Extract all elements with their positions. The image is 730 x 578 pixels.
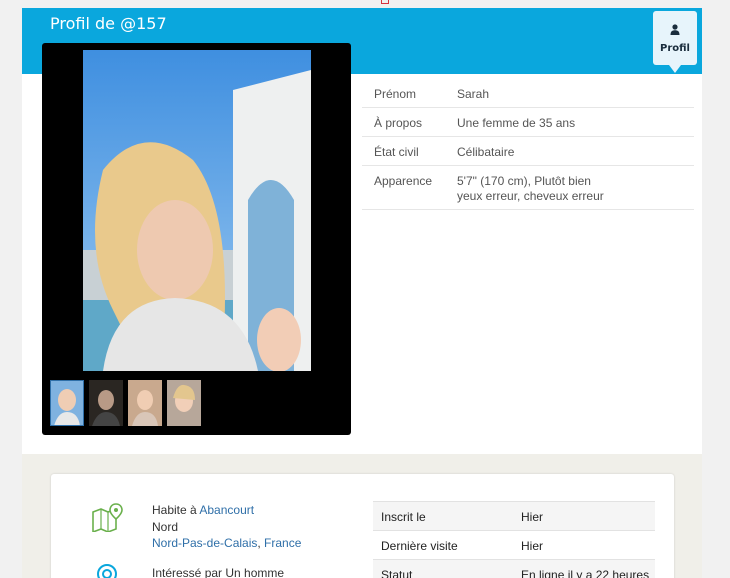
- thumbnail-4[interactable]: [167, 380, 201, 426]
- stat-key-statut: Statut: [381, 568, 413, 578]
- thumbnail-1-image: [50, 380, 84, 426]
- location-line: Habite à Abancourt: [152, 503, 254, 517]
- tab-profil-label: Profil: [660, 43, 690, 54]
- info-value-a-propos: Une femme de 35 ans: [457, 116, 576, 130]
- stat-value-statut: En ligne il y a 22 heures: [521, 568, 650, 578]
- stat-row-derniere-visite: Dernière visite Hier: [373, 530, 655, 559]
- info-row-etat-civil: État civil Célibataire: [362, 137, 694, 166]
- details-section: Habite à Abancourt Nord Nord-Pas-de-Cala…: [22, 454, 702, 578]
- thumbnail-3[interactable]: [128, 380, 162, 426]
- stat-row-inscrit: Inscrit le Hier: [373, 501, 655, 530]
- thumbnail-1[interactable]: [50, 380, 84, 426]
- info-key-a-propos: À propos: [374, 116, 423, 130]
- info-row-a-propos: À propos Une femme de 35 ans: [362, 108, 694, 137]
- stat-key-derniere-visite: Dernière visite: [381, 539, 458, 553]
- department-line: Nord-Pas-de-Calais, France: [152, 536, 301, 550]
- info-row-prenom: Prénom Sarah: [362, 79, 694, 108]
- stat-row-statut: Statut En ligne il y a 22 heures: [373, 559, 655, 578]
- info-value-prenom: Sarah: [457, 87, 490, 101]
- thumbnail-2[interactable]: [89, 380, 123, 426]
- interest-text: Intéressé par Un homme: [152, 566, 285, 578]
- info-key-etat-civil: État civil: [374, 145, 419, 159]
- page-title: Profil de @157: [50, 14, 167, 33]
- department-link[interactable]: Nord-Pas-de-Calais: [152, 536, 257, 550]
- photo-gallery: •••: [42, 43, 351, 435]
- target-icon: [97, 564, 117, 578]
- top-red-mark: [381, 0, 389, 4]
- country-link[interactable]: France: [264, 536, 301, 550]
- tab-profil[interactable]: Profil: [653, 11, 697, 65]
- user-icon: [670, 24, 680, 35]
- city-link[interactable]: Abancourt: [199, 503, 254, 517]
- details-card: Habite à Abancourt Nord Nord-Pas-de-Cala…: [51, 474, 674, 578]
- info-value-etat-civil[interactable]: Célibataire: [457, 145, 514, 160]
- thumbnail-3-image: [128, 380, 162, 426]
- info-value-apparence-line2[interactable]: yeux erreur, cheveux erreur: [457, 189, 604, 204]
- info-row-apparence: Apparence 5'7" (170 cm), Plutôt bien yeu…: [362, 166, 694, 210]
- stat-key-inscrit: Inscrit le: [381, 510, 426, 524]
- main-photo-image: [83, 50, 311, 371]
- thumbnail-4-image: [167, 380, 201, 426]
- stat-value-inscrit: Hier: [521, 510, 544, 524]
- profile-info-table: Prénom Sarah À propos Une femme de 35 an…: [362, 79, 694, 210]
- info-value-apparence-line1[interactable]: 5'7" (170 cm), Plutôt bien: [457, 174, 591, 189]
- info-key-apparence: Apparence: [374, 174, 433, 188]
- profile-panel: Profil de @157 Profil Prénom Sarah À pro…: [22, 8, 702, 578]
- info-key-prenom: Prénom: [374, 87, 417, 101]
- main-photo[interactable]: •••: [83, 50, 311, 371]
- thumbnail-2-image: [89, 380, 123, 426]
- stat-value-derniere-visite: Hier: [521, 539, 544, 553]
- map-icon: [92, 503, 123, 532]
- habite-label: Habite à: [152, 503, 200, 517]
- region-link[interactable]: Nord: [152, 520, 178, 534]
- stats-table: Inscrit le Hier Dernière visite Hier Sta…: [373, 501, 655, 578]
- tab-active-indicator: [669, 65, 681, 73]
